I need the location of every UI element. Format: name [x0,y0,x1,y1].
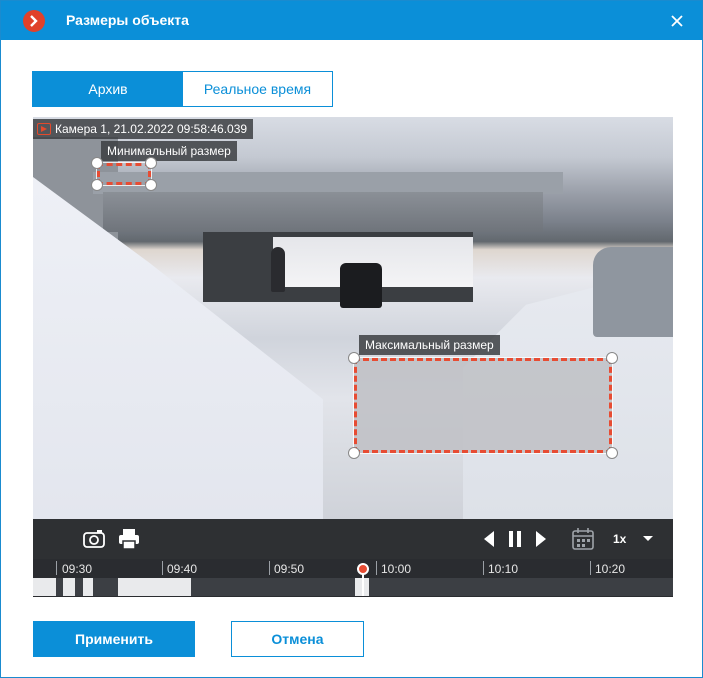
min-size-handle-tl[interactable] [91,157,103,169]
timeline-tick-label: 10:20 [595,562,626,576]
dialog-window: Размеры объекта Архив Реальное время Кам… [0,0,703,678]
recording-segment[interactable] [63,578,75,596]
tab-realtime[interactable]: Реальное время [183,72,332,106]
min-size-handle-tr[interactable] [145,157,157,169]
close-button[interactable] [665,9,689,33]
timeline-tick [269,561,270,575]
min-size-handle-br[interactable] [145,179,157,191]
step-forward-icon[interactable] [535,530,547,548]
timeline-tick [483,561,484,575]
cancel-button[interactable]: Отмена [231,621,364,657]
recording-segment[interactable] [83,578,93,596]
print-icon[interactable] [118,528,140,550]
dialog-title: Размеры объекта [66,12,189,28]
max-size-handle-br[interactable] [606,447,618,459]
archive-video-icon [37,123,51,135]
timeline-tick-label: 10:00 [381,562,412,576]
max-size-label: Максимальный размер [359,335,500,355]
tab-archive[interactable]: Архив [33,72,183,106]
video-scene [593,247,673,337]
min-size-handle-bl[interactable] [91,179,103,191]
timeline-tick-label: 09:40 [167,562,198,576]
snapshot-icon[interactable] [83,529,105,549]
max-size-handle-tr[interactable] [606,352,618,364]
video-scene [271,247,285,292]
camera-timestamp-label: Камера 1, 21.02.2022 09:58:46.039 [33,119,254,139]
recording-segment[interactable] [33,578,56,596]
speed-dropdown-icon[interactable] [643,536,653,541]
max-size-handle-tl[interactable] [348,352,360,364]
min-size-box[interactable] [96,162,152,186]
timeline-tick [376,561,377,575]
step-back-icon[interactable] [483,530,495,548]
timeline[interactable]: 09:30 09:40 09:50 10:00 10:10 10:20 [33,559,673,597]
video-scene [103,192,543,232]
video-frame[interactable]: Камера 1, 21.02.2022 09:58:46.039 Минима… [33,117,673,519]
video-scene [340,263,382,308]
timeline-tick-label: 09:30 [62,562,93,576]
timeline-tick-label: 09:50 [274,562,305,576]
timeline-tick-label: 10:10 [488,562,519,576]
timeline-cursor-handle[interactable] [357,563,369,575]
timeline-tick [56,561,57,575]
pause-icon[interactable] [507,530,523,548]
min-size-label: Минимальный размер [101,141,237,161]
title-bar: Размеры объекта [1,1,702,40]
recording-segment[interactable] [118,578,191,596]
mode-tabs: Архив Реальное время [32,71,333,107]
apply-button[interactable]: Применить [33,621,195,657]
timeline-tick [590,561,591,575]
calendar-icon[interactable] [571,527,595,551]
close-icon [671,15,683,27]
timeline-tick [162,561,163,575]
playback-controls: 1x [33,519,673,559]
max-size-handle-bl[interactable] [348,447,360,459]
playback-speed[interactable]: 1x [613,532,626,546]
video-scene [93,172,563,194]
camera-timestamp-text: Камера 1, 21.02.2022 09:58:46.039 [55,122,248,136]
app-logo-icon [23,10,45,32]
max-size-box[interactable] [353,357,613,454]
